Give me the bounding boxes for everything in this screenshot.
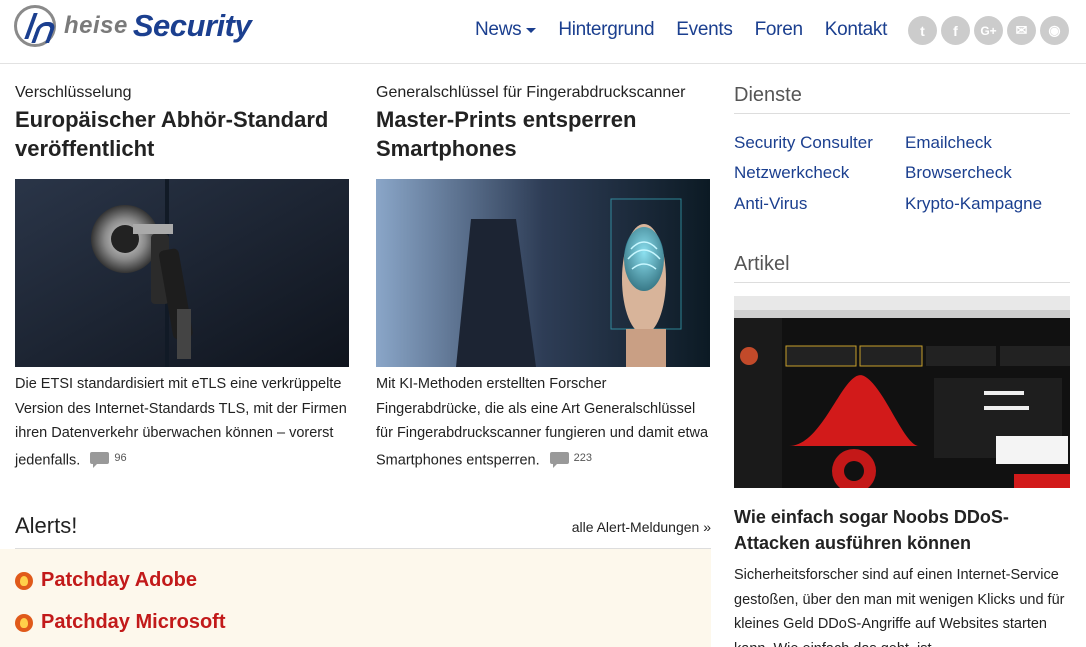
logo-security-text: Security (132, 8, 252, 43)
all-alerts-link[interactable]: alle Alert-Meldungen » (572, 519, 711, 535)
nav-foren[interactable]: Foren (755, 19, 803, 41)
dienst-security-consulter[interactable]: Security Consulter (734, 133, 873, 153)
alerts-list: Patchday Adobe Patchday Microsoft (0, 549, 711, 647)
alert-label[interactable]: Patchday Adobe (41, 569, 197, 592)
chevron-down-icon (526, 27, 537, 33)
dienste-heading: Dienste (734, 84, 1070, 114)
comment-count-value: 96 (114, 451, 127, 464)
flame-icon (15, 613, 33, 632)
comment-count[interactable]: 96 (90, 446, 127, 471)
site-header: heise Security News Hintergrund Events F… (0, 0, 1086, 64)
article-image-dashboard[interactable] (734, 296, 1070, 488)
dienst-anti-virus[interactable]: Anti-Virus (734, 194, 807, 214)
article-teaser-text: Mit KI-Methoden erstellten Forscher Fing… (376, 372, 712, 472)
comment-count[interactable]: 223 (549, 446, 593, 471)
main-nav: News Hintergrund Events Foren Kontakt (475, 19, 909, 41)
article-teaser[interactable]: Generalschlüssel für Fingerabdruckscanne… (376, 84, 712, 468)
artikel-heading: Artikel (734, 253, 1070, 283)
article-headline[interactable]: Master-Prints entsperren Smartphones (376, 105, 712, 163)
dienst-browsercheck[interactable]: Browsercheck (905, 163, 1012, 183)
comment-bubble-icon (90, 451, 110, 468)
article-image-keys[interactable] (15, 179, 349, 367)
article-kicker: Verschlüsselung (15, 84, 132, 101)
social-links: t f G+ ✉ ◉ (908, 16, 1073, 45)
alerts-header: Alerts! alle Alert-Meldungen » (15, 511, 711, 549)
article-kicker: Generalschlüssel für Fingerabdruckscanne… (376, 84, 686, 101)
nav-news[interactable]: News (475, 19, 537, 41)
alert-item[interactable]: Patchday Microsoft (15, 611, 225, 634)
article-headline[interactable]: Europäischer Abhör-Standard veröffentlic… (15, 105, 351, 163)
alerts-title: Alerts! (15, 513, 78, 538)
google-plus-icon[interactable]: G+ (974, 16, 1003, 45)
twitter-icon[interactable]: t (908, 16, 937, 45)
flame-icon (15, 571, 33, 590)
dienst-krypto-kampagne[interactable]: Krypto-Kampagne (905, 194, 1042, 214)
rss-icon[interactable]: ◉ (1040, 16, 1069, 45)
logo-heise-text: heise (64, 12, 128, 39)
sidebar-article-teaser: Sicherheitsforscher sind auf einen Inter… (734, 567, 1065, 647)
comment-count-value: 223 (573, 451, 593, 464)
heise-security-logo[interactable]: heise Security (14, 5, 252, 47)
nav-hintergrund[interactable]: Hintergrund (558, 19, 654, 41)
article-teaser-text: Die ETSI standardisiert mit eTLS eine ve… (15, 372, 351, 472)
nav-kontakt[interactable]: Kontakt (825, 19, 888, 41)
teaser-text: Die ETSI standardisiert mit eTLS eine ve… (15, 376, 347, 468)
article-image-fingerprint[interactable] (376, 179, 710, 367)
alert-item[interactable]: Patchday Adobe (15, 569, 197, 592)
comment-bubble-icon (549, 451, 569, 468)
email-icon[interactable]: ✉ (1007, 16, 1036, 45)
heise-logo-icon (14, 5, 56, 47)
nav-news-label: News (475, 19, 522, 40)
teaser-text: Mit KI-Methoden erstellten Forscher Fing… (376, 376, 709, 468)
dienst-emailcheck[interactable]: Emailcheck (905, 133, 992, 153)
facebook-icon[interactable]: f (941, 16, 970, 45)
dienst-netzwerkcheck[interactable]: Netzwerkcheck (734, 163, 849, 183)
sidebar-article-headline[interactable]: Wie einfach sogar Noobs DDoS-Attacken au… (734, 504, 1070, 556)
nav-events[interactable]: Events (676, 19, 733, 41)
article-teaser[interactable]: Verschlüsselung Europäischer Abhör-Stand… (15, 84, 351, 468)
alert-label[interactable]: Patchday Microsoft (41, 611, 225, 634)
